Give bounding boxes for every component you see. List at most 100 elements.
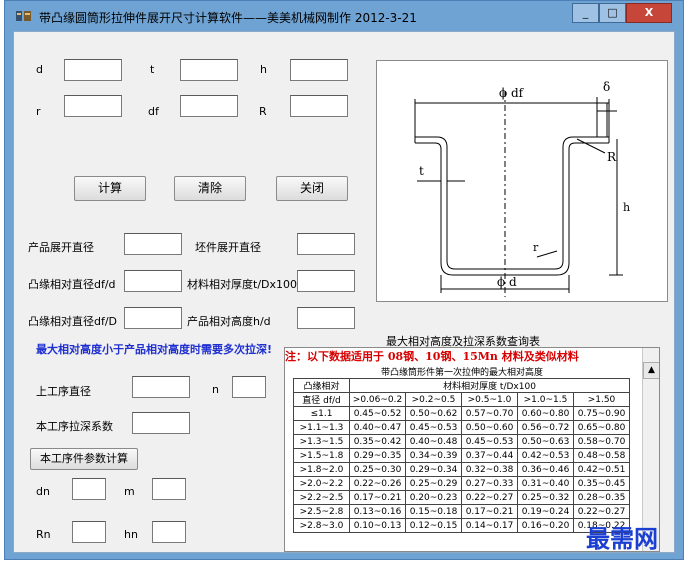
table-cell: 0.45~0.53 — [461, 434, 518, 449]
material-rel-thickness-output[interactable] — [297, 270, 355, 292]
table-cell: 0.27~0.33 — [461, 476, 518, 491]
header-cell: >0.2~0.5 — [405, 392, 462, 407]
table-cell: 0.48~0.58 — [573, 448, 630, 463]
header-cell: >0.06~0.2 — [349, 392, 406, 407]
R-label: R — [259, 105, 267, 118]
flange-rel-D-label: 凸缘相对直径df/D — [28, 315, 118, 328]
table-cell: 0.31~0.40 — [517, 476, 574, 491]
r-label: r — [36, 105, 41, 118]
table-cell: 0.19~0.24 — [517, 504, 574, 519]
label-r: r — [533, 241, 539, 254]
table-row: ≤1.1 0.45~0.52 0.50~0.62 0.57~0.70 0.60~0.80… — [293, 406, 630, 421]
material-rel-thickness-label: 材料相对厚度t/Dx100 — [187, 278, 297, 291]
table-cell: 0.25~0.32 — [517, 490, 574, 505]
table-cell: 0.35~0.45 — [573, 476, 630, 491]
dn-label: dn — [36, 485, 50, 498]
label-t: t — [419, 164, 424, 178]
h-input[interactable] — [290, 59, 348, 81]
t-input[interactable] — [180, 59, 238, 81]
df-label: df — [148, 105, 159, 118]
table-row: >1.3~1.5 0.35~0.42 0.40~0.48 0.45~0.53 0.50~… — [293, 434, 630, 449]
n-input[interactable] — [232, 376, 266, 398]
product-diameter-output[interactable] — [124, 233, 182, 255]
table-row: >2.5~2.8 0.13~0.16 0.15~0.18 0.17~0.21 0.19~… — [293, 504, 630, 519]
table-cell: 0.42~0.53 — [517, 448, 574, 463]
n-label: n — [212, 383, 219, 396]
Rn-label: Rn — [36, 528, 51, 541]
flange-rel-D-output[interactable] — [124, 307, 182, 329]
close-button[interactable]: 关闭 — [276, 176, 348, 201]
table-cell: 0.28~0.35 — [573, 490, 630, 505]
scroll-up-arrow-icon[interactable]: ▲ — [643, 362, 659, 379]
label-R: R — [607, 150, 617, 164]
table-cell: 0.22~0.26 — [349, 476, 406, 491]
clear-button[interactable]: 清除 — [174, 176, 246, 201]
table-header-row: 凸缘相对 材料相对厚度 t/Dx100 — [293, 378, 630, 393]
table-cell: 0.20~0.23 — [405, 490, 462, 505]
table-cell: 0.32~0.38 — [461, 462, 518, 477]
table-cell: 0.65~0.80 — [573, 420, 630, 435]
app-window: 带凸缘圆筒形拉伸件展开尺寸计算软件——美美机械网制作 2012-3-21 _ □… — [4, 0, 684, 560]
table-cell: 0.50~0.63 — [517, 434, 574, 449]
table-cell: 0.50~0.62 — [405, 406, 462, 421]
hn-output[interactable] — [152, 521, 186, 543]
table-cell: 0.14~0.17 — [461, 518, 518, 533]
table-cell: 0.13~0.16 — [349, 504, 406, 519]
table-cell: 0.45~0.53 — [405, 420, 462, 435]
r-input[interactable] — [64, 95, 122, 117]
table-cell: ≤1.1 — [293, 406, 350, 421]
prev-diameter-label: 上工序直径 — [36, 385, 91, 398]
minimize-button[interactable]: _ — [572, 3, 599, 23]
m-output[interactable] — [152, 478, 186, 500]
table-cell: 0.15~0.18 — [405, 504, 462, 519]
table-cell: 0.29~0.34 — [405, 462, 462, 477]
R-input[interactable] — [290, 95, 348, 117]
table-cell: 0.75~0.90 — [573, 406, 630, 421]
table-cell: 0.34~0.39 — [405, 448, 462, 463]
header-cell: 直径 df/d — [293, 392, 350, 407]
dn-output[interactable] — [72, 478, 106, 500]
df-input[interactable] — [180, 95, 238, 117]
Rn-output[interactable] — [72, 521, 106, 543]
product-rel-height-output[interactable] — [297, 307, 355, 329]
reference-table: 凸缘相对 材料相对厚度 t/Dx100 直径 df/d >0.06~0.2 >0.… — [293, 378, 630, 533]
table-cell: >1.1~1.3 — [293, 420, 350, 435]
maximize-button[interactable]: □ — [599, 3, 626, 23]
prev-diameter-input[interactable] — [132, 376, 190, 398]
table-row: >1.8~2.0 0.25~0.30 0.29~0.34 0.32~0.38 0.36~… — [293, 462, 630, 477]
product-rel-height-label: 产品相对高度h/d — [187, 315, 271, 328]
table-cell: 0.40~0.48 — [405, 434, 462, 449]
d-input[interactable] — [64, 59, 122, 81]
table-note: 注：以下数据适用于 08钢、10钢、15Mn 材料及类似材料 — [285, 350, 579, 363]
draw-coefficient-input[interactable] — [132, 412, 190, 434]
table-cell: 0.42~0.51 — [573, 462, 630, 477]
table-cell: 0.25~0.30 — [349, 462, 406, 477]
table-cell: 0.25~0.29 — [405, 476, 462, 491]
table-cell: >1.8~2.0 — [293, 462, 350, 477]
calculate-button[interactable]: 计算 — [74, 176, 146, 201]
step-calculate-button[interactable]: 本工序件参数计算 — [30, 448, 138, 470]
table-row: >1.5~1.8 0.29~0.35 0.34~0.39 0.37~0.44 0.42~… — [293, 448, 630, 463]
table-cell: 0.35~0.42 — [349, 434, 406, 449]
table-cell: 0.56~0.72 — [517, 420, 574, 435]
blank-diameter-output[interactable] — [297, 233, 355, 255]
table-cell: 0.17~0.21 — [349, 490, 406, 505]
header-cell: >1.0~1.5 — [517, 392, 574, 407]
title-bar[interactable]: 带凸缘圆筒形拉伸件展开尺寸计算软件——美美机械网制作 2012-3-21 _ □… — [5, 1, 683, 31]
table-row: >1.1~1.3 0.40~0.47 0.45~0.53 0.50~0.60 0.56~… — [293, 420, 630, 435]
table-cell: >2.5~2.8 — [293, 504, 350, 519]
table-cell: 0.17~0.21 — [461, 504, 518, 519]
close-window-button[interactable]: X — [626, 3, 672, 23]
table-cell: 0.50~0.60 — [461, 420, 518, 435]
d-label: d — [36, 63, 43, 76]
header-cell: 材料相对厚度 t/Dx100 — [349, 378, 630, 393]
table-row: >2.0~2.2 0.22~0.26 0.25~0.29 0.27~0.33 0.31~… — [293, 476, 630, 491]
flange-rel-d-output[interactable] — [124, 270, 182, 292]
product-diameter-label: 产品展开直径 — [28, 241, 94, 254]
app-logo-icon — [15, 9, 33, 23]
table-cell: 0.57~0.70 — [461, 406, 518, 421]
table-cell: >2.8~3.0 — [293, 518, 350, 533]
window-title: 带凸缘圆筒形拉伸件展开尺寸计算软件——美美机械网制作 2012-3-21 — [39, 11, 417, 25]
header-cell: >1.50 — [573, 392, 630, 407]
table-row: >2.8~3.0 0.10~0.13 0.12~0.15 0.14~0.17 0.16~… — [293, 518, 630, 533]
